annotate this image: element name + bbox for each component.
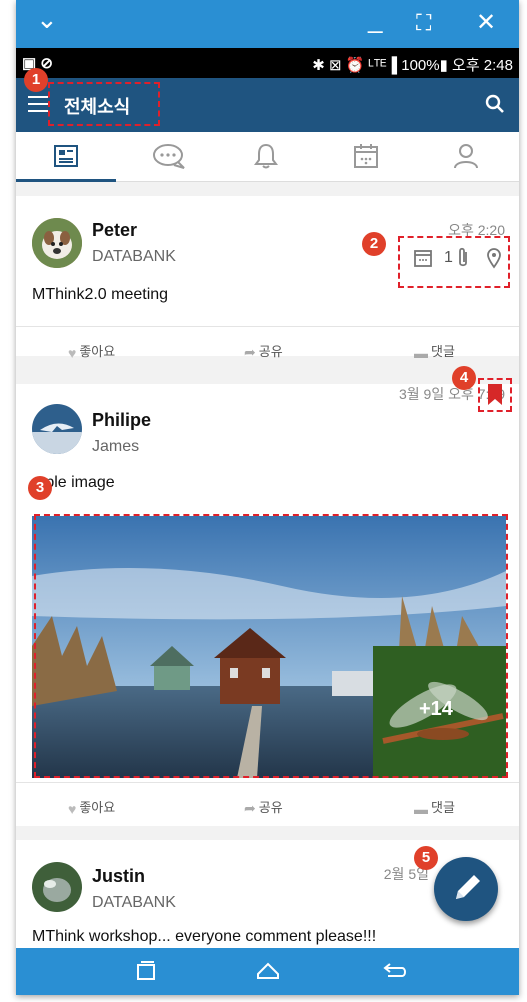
avatar[interactable] <box>32 862 82 912</box>
status-bar: ▣ ⊘ ✱ ⊠ ⏰ ᴸᵀᴱ▐ 100%▮ 오후 2:48 <box>16 48 519 78</box>
collapse-icon[interactable]: ⌄ <box>36 4 58 34</box>
post-body: MThink2.0 meeting <box>32 286 169 303</box>
tab-calendar[interactable] <box>316 132 416 182</box>
tab-bar <box>16 132 519 182</box>
bell-icon <box>254 143 278 169</box>
back-icon[interactable] <box>380 960 408 982</box>
like-label: 좋아요 <box>79 800 116 815</box>
callout-badge: 1 <box>24 68 48 92</box>
callout-badge: 5 <box>414 846 438 870</box>
comment-label: 댓글 <box>431 344 455 359</box>
share-arrow-icon: ➦ <box>244 344 256 361</box>
home-icon[interactable] <box>254 960 282 982</box>
callout-badge: 4 <box>452 366 476 390</box>
calendar-icon <box>354 144 378 168</box>
share-button[interactable]: ➦ 공유 <box>244 341 283 361</box>
hamburger-menu-icon[interactable] <box>28 96 48 112</box>
like-label: 좋아요 <box>79 344 116 359</box>
callout-box-gallery <box>34 514 508 778</box>
pencil-icon <box>456 875 480 899</box>
heart-icon: ♥ <box>68 800 77 817</box>
like-button[interactable]: ♥ 좋아요 <box>68 797 115 817</box>
share-label: 공유 <box>258 800 283 815</box>
author-name[interactable]: Peter <box>92 220 137 241</box>
comment-button[interactable]: ▬ 댓글 <box>414 797 455 817</box>
like-button[interactable]: ♥ 좋아요 <box>68 341 115 361</box>
author-org: James <box>92 438 140 455</box>
avatar[interactable] <box>32 218 82 268</box>
callout-badge: 2 <box>362 232 386 256</box>
callout-box-attachments <box>398 236 510 288</box>
share-arrow-icon: ➦ <box>244 800 256 817</box>
heart-icon: ♥ <box>68 344 77 361</box>
post-actions: ♥ 좋아요 ➦ 공유 ▬ 댓글 <box>16 782 519 826</box>
search-icon[interactable] <box>483 92 507 116</box>
comment-icon: ▬ <box>414 800 428 817</box>
minimize-button[interactable]: _ <box>368 4 382 34</box>
author-name[interactable]: Justin <box>92 866 145 887</box>
author-org: DATABANK <box>92 248 176 265</box>
comment-label: 댓글 <box>431 800 455 815</box>
person-icon <box>454 144 478 169</box>
system-nav-bar <box>16 948 519 995</box>
share-button[interactable]: ➦ 공유 <box>244 797 283 817</box>
comment-icon: ▬ <box>414 344 428 361</box>
status-right-info: ✱ ⊠ ⏰ ᴸᵀᴱ▐ 100%▮ 오후 2:48 <box>312 57 513 74</box>
author-org: DATABANK <box>92 894 176 911</box>
recent-apps-icon[interactable] <box>134 960 158 982</box>
callout-box-title <box>48 82 160 126</box>
chat-bubble-icon <box>153 144 185 169</box>
tab-profile[interactable] <box>416 132 516 182</box>
callout-badge: 3 <box>28 476 52 500</box>
post-body: MThink workshop... everyone comment plea… <box>32 928 377 945</box>
tab-notifications[interactable] <box>216 132 316 182</box>
newsfeed-icon <box>54 145 78 167</box>
close-button[interactable]: ✕ <box>476 8 496 38</box>
window-titlebar: ⌄ _ ⛶ ✕ <box>16 0 519 48</box>
callout-box-bookmark <box>478 378 512 412</box>
tab-chat[interactable] <box>116 132 216 182</box>
compose-fab[interactable] <box>434 857 498 921</box>
avatar[interactable] <box>32 404 82 454</box>
author-name[interactable]: Philipe <box>92 410 151 431</box>
app-window: ⌄ _ ⛶ ✕ ▣ ⊘ ✱ ⊠ ⏰ ᴸᵀᴱ▐ 100%▮ 오후 2:48 전체소… <box>16 0 519 995</box>
comment-button[interactable]: ▬ 댓글 <box>414 341 455 361</box>
post-actions: ♥ 좋아요 ➦ 공유 ▬ 댓글 <box>16 326 519 370</box>
tab-news[interactable] <box>16 132 116 182</box>
maximize-button[interactable]: ⛶ <box>416 8 431 38</box>
share-label: 공유 <box>258 344 283 359</box>
